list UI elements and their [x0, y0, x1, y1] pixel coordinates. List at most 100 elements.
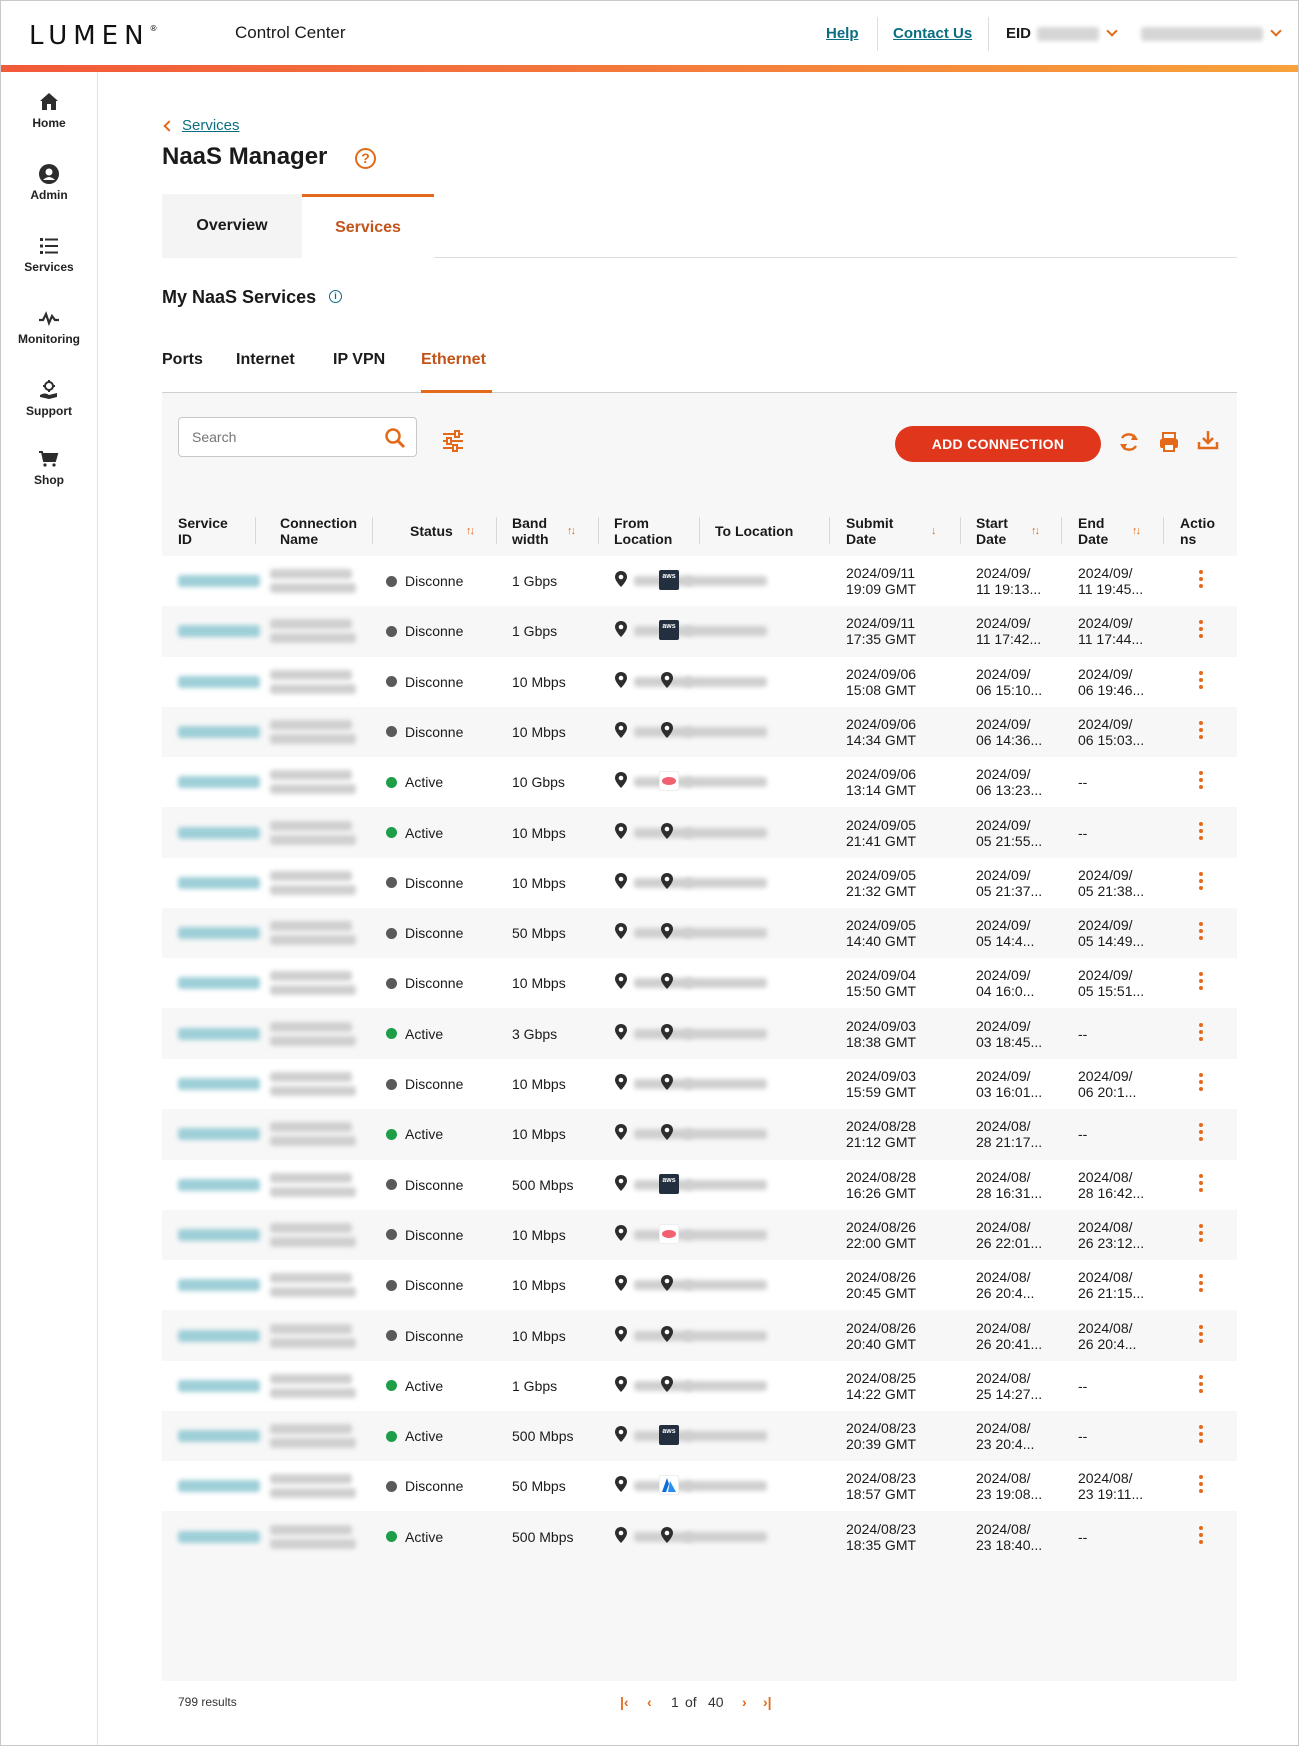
service-id-link[interactable] — [178, 977, 260, 990]
row-actions-kebab-icon[interactable] — [1199, 720, 1203, 742]
row-actions-kebab-icon[interactable] — [1199, 1374, 1203, 1396]
table-row[interactable]: Disconne 1 Gbps aws 2024/09/11 19:09 GMT 2024… — [162, 556, 1237, 606]
row-actions-kebab-icon[interactable] — [1199, 1475, 1203, 1496]
sidebar-item-admin[interactable]: Admin — [1, 162, 97, 202]
table-row[interactable]: Active 500 Mbps 2024/08/23 18:35 GMT 2024/08… — [162, 1512, 1237, 1562]
table-row[interactable]: Disconne 10 Mbps 2024/08/26 20:40 GMT 2024/0… — [162, 1311, 1237, 1361]
table-row[interactable]: Disconne 10 Mbps 2024/09/06 14:34 GMT 2024/0… — [162, 707, 1237, 757]
account-name-redacted[interactable] — [1141, 27, 1263, 41]
table-row[interactable]: Active 500 Mbps aws 2024/08/23 20:39 GMT 2024… — [162, 1411, 1237, 1461]
col-end-date[interactable]: End Date — [1078, 505, 1108, 556]
row-actions-kebab-icon[interactable] — [1199, 1173, 1203, 1195]
table-row[interactable]: Active 10 Mbps 2024/08/28 21:12 GMT 2024/08/… — [162, 1109, 1237, 1159]
row-actions-kebab-icon[interactable] — [1199, 922, 1203, 943]
service-id-link[interactable] — [178, 826, 260, 839]
table-row[interactable]: Disconne 50 Mbps 2024/09/05 14:40 GMT 2024/0… — [162, 908, 1237, 958]
service-id-link[interactable] — [178, 776, 260, 789]
row-actions-kebab-icon[interactable] — [1199, 972, 1203, 993]
service-id-link[interactable] — [178, 725, 260, 738]
refresh-icon[interactable] — [1118, 431, 1140, 453]
filter-sliders-icon[interactable] — [441, 430, 465, 452]
tab-services[interactable]: Services — [302, 194, 434, 258]
help-question-icon[interactable]: ? — [355, 148, 376, 169]
account-dropdown-chevron-icon[interactable] — [1270, 25, 1282, 37]
row-actions-kebab-icon[interactable] — [1199, 821, 1203, 843]
sidebar-item-services[interactable]: Services — [1, 234, 97, 274]
sort-icon[interactable]: ↑↓ — [466, 525, 475, 537]
table-row[interactable]: Disconne 10 Mbps 2024/09/03 15:59 GMT 2024/0… — [162, 1059, 1237, 1109]
col-submit-date[interactable]: Submit Date — [846, 505, 893, 556]
row-actions-kebab-icon[interactable] — [1199, 1425, 1203, 1446]
row-actions-kebab-icon[interactable] — [1199, 570, 1203, 591]
service-id-link[interactable] — [178, 1430, 260, 1443]
sidebar-item-home[interactable]: Home — [1, 90, 97, 130]
col-service-id[interactable]: Service ID — [178, 505, 228, 556]
last-page-icon[interactable]: ›| — [763, 1694, 772, 1710]
tab-overview[interactable]: Overview — [162, 194, 302, 258]
service-id-link[interactable] — [178, 1279, 260, 1292]
breadcrumb-services[interactable]: Services — [182, 117, 240, 134]
table-row[interactable]: Disconne 10 Mbps 2024/09/04 15:50 GMT 2024/0… — [162, 958, 1237, 1009]
prev-page-icon[interactable]: ‹ — [647, 1694, 652, 1710]
sort-desc-icon[interactable]: ↓ — [931, 525, 937, 537]
row-actions-kebab-icon[interactable] — [1199, 1123, 1203, 1144]
row-actions-kebab-icon[interactable] — [1199, 1274, 1203, 1295]
table-row[interactable]: Disconne 10 Mbps 2024/08/26 22:00 GMT 2024/0… — [162, 1210, 1237, 1260]
next-page-icon[interactable]: › — [742, 1694, 747, 1710]
print-icon[interactable] — [1158, 431, 1180, 453]
col-from-location[interactable]: From Location — [614, 505, 672, 556]
search-icon[interactable] — [384, 427, 406, 449]
row-actions-kebab-icon[interactable] — [1199, 1525, 1203, 1547]
service-id-link[interactable] — [178, 1228, 260, 1241]
service-id-link[interactable] — [178, 1530, 260, 1543]
service-id-link[interactable] — [178, 575, 260, 587]
table-row[interactable]: Active 1 Gbps 2024/08/25 14:22 GMT 2024/08/2… — [162, 1360, 1237, 1411]
col-start-date[interactable]: Start Date — [976, 505, 1008, 556]
row-actions-kebab-icon[interactable] — [1199, 1324, 1203, 1346]
first-page-icon[interactable]: |‹ — [620, 1694, 629, 1710]
eid-value-redacted[interactable] — [1037, 27, 1099, 41]
table-row[interactable]: Active 10 Gbps 2024/09/06 13:14 GMT 2024/09/… — [162, 757, 1237, 808]
service-id-link[interactable] — [178, 1027, 260, 1040]
table-row[interactable]: Disconne 1 Gbps aws 2024/09/11 17:35 GMT 2024… — [162, 606, 1237, 656]
sidebar-item-support[interactable]: Support — [1, 378, 97, 418]
col-status[interactable]: Status — [410, 505, 453, 556]
service-id-link[interactable] — [178, 927, 260, 940]
page-current[interactable]: 1 — [671, 1694, 679, 1710]
back-chevron-icon[interactable] — [163, 120, 175, 132]
service-id-link[interactable] — [178, 1078, 260, 1090]
service-id-link[interactable] — [178, 1128, 260, 1141]
service-id-link[interactable] — [178, 675, 260, 688]
service-id-link[interactable] — [178, 876, 260, 889]
eid-dropdown-chevron-icon[interactable] — [1106, 25, 1118, 37]
lumen-logo[interactable]: LUMEN® — [29, 21, 158, 51]
table-row[interactable]: Disconne 500 Mbps aws 2024/08/28 16:26 GMT 20… — [162, 1159, 1237, 1210]
table-row[interactable]: Disconne 10 Mbps 2024/09/05 21:32 GMT 2024/0… — [162, 857, 1237, 908]
col-to-location[interactable]: To Location — [715, 505, 793, 556]
service-id-link[interactable] — [178, 1480, 260, 1493]
row-actions-kebab-icon[interactable] — [1199, 871, 1203, 893]
sort-icon[interactable]: ↑↓ — [1132, 525, 1141, 537]
row-actions-kebab-icon[interactable] — [1199, 1073, 1203, 1094]
sidebar-item-monitoring[interactable]: Monitoring — [1, 306, 97, 346]
service-id-link[interactable] — [178, 625, 260, 638]
service-id-link[interactable] — [178, 1178, 260, 1191]
subtab-ports[interactable]: Ports — [162, 351, 203, 369]
add-connection-button[interactable]: ADD CONNECTION — [895, 426, 1101, 462]
table-row[interactable]: Active 10 Mbps 2024/09/05 21:41 GMT 2024/09/… — [162, 808, 1237, 858]
table-row[interactable]: Active 3 Gbps 2024/09/03 18:38 GMT 2024/09/0… — [162, 1009, 1237, 1059]
sort-icon[interactable]: ↑↓ — [1031, 525, 1040, 537]
row-actions-kebab-icon[interactable] — [1199, 620, 1203, 641]
row-actions-kebab-icon[interactable] — [1199, 670, 1203, 692]
help-link[interactable]: Help — [826, 25, 859, 42]
sidebar-item-shop[interactable]: Shop — [1, 447, 97, 487]
row-actions-kebab-icon[interactable] — [1199, 771, 1203, 792]
search-input[interactable] — [178, 417, 417, 457]
sort-icon[interactable]: ↑↓ — [567, 525, 576, 537]
table-row[interactable]: Disconne 50 Mbps 2024/08/23 18:57 GMT 2024/0… — [162, 1461, 1237, 1512]
table-row[interactable]: Disconne 10 Mbps 2024/09/06 15:08 GMT 2024/0… — [162, 656, 1237, 707]
subtab-ethernet[interactable]: Ethernet — [421, 351, 486, 369]
col-bandwidth[interactable]: Band width — [512, 505, 549, 556]
subtab-ip-vpn[interactable]: IP VPN — [333, 351, 385, 369]
row-actions-kebab-icon[interactable] — [1199, 1223, 1203, 1245]
